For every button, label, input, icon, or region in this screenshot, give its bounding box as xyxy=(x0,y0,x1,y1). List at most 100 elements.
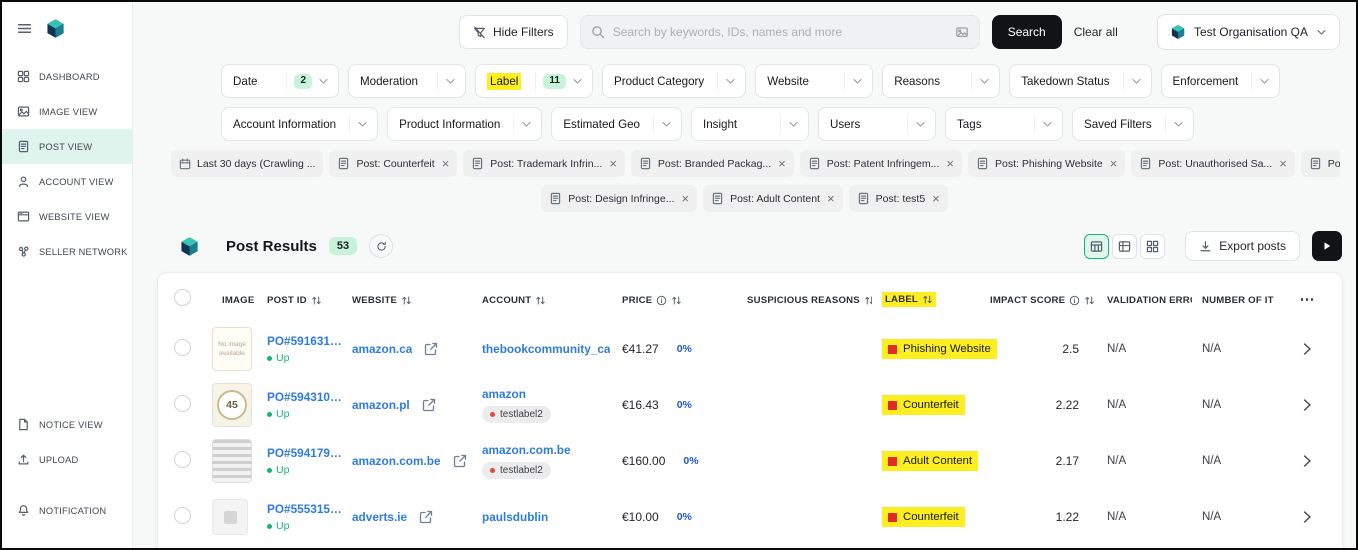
website-link[interactable]: amazon.ca xyxy=(352,342,412,356)
filter-chip[interactable]: Post: Counterfeit × xyxy=(329,150,458,177)
refresh-button[interactable] xyxy=(369,234,394,258)
post-id-link[interactable]: PO#594310413 xyxy=(267,390,342,404)
post-id-link[interactable]: PO#591631815 xyxy=(267,334,342,348)
filter-chip[interactable]: Post: Adult Content × xyxy=(703,185,843,212)
sidebar-item-account-view[interactable]: ACCOUNT VIEW xyxy=(2,164,132,199)
filter-dropdown-estimated-geo[interactable]: Estimated Geo xyxy=(551,107,682,141)
sort-icon[interactable] xyxy=(535,295,546,306)
table-row[interactable]: 45 PO#594310413 Up amazon.pl amazon testlabel… xyxy=(172,377,1328,433)
column-post-id[interactable]: POST ID xyxy=(257,292,342,306)
filter-chip[interactable]: Post: Trademark Infrin... × xyxy=(463,150,625,177)
filter-chip[interactable]: Post: test5 × xyxy=(848,185,948,212)
filter-dropdown-product-information[interactable]: Product Information xyxy=(387,107,543,141)
filter-chip[interactable]: Post: Phishing Website × xyxy=(967,150,1126,177)
row-checkbox[interactable] xyxy=(174,339,191,356)
sidebar-item-notice-view[interactable]: NOTICE VIEW xyxy=(2,407,132,442)
website-link[interactable]: amazon.pl xyxy=(352,398,410,412)
expand-button[interactable] xyxy=(1312,231,1342,261)
sidebar-item-upload[interactable]: UPLOAD xyxy=(2,442,132,477)
chip-close-icon[interactable]: × xyxy=(946,157,954,170)
row-checkbox[interactable] xyxy=(174,507,191,524)
sidebar-item-image-view[interactable]: IMAGE VIEW xyxy=(2,94,132,129)
filter-chip[interactable]: Last 30 days (Crawling ... xyxy=(171,150,324,177)
sidebar-item-post-view[interactable]: POST VIEW xyxy=(2,129,132,164)
sort-icon[interactable] xyxy=(864,295,872,306)
table-row[interactable]: PO#583855744Upamazon.co.ukdarie store€46… xyxy=(172,545,1328,548)
filter-dropdown-enforcement[interactable]: Enforcement xyxy=(1160,64,1281,98)
more-options-button[interactable]: ⋯ xyxy=(1300,290,1315,308)
chevron-right-icon[interactable] xyxy=(1300,510,1314,524)
table-row[interactable]: PO#555315267 Up adverts.ie paulsdublin €10.0… xyxy=(172,489,1328,545)
sidebar-item-website-view[interactable]: WEBSITE VIEW xyxy=(2,199,132,234)
cells-view-button[interactable] xyxy=(1140,233,1166,259)
filter-dropdown-saved-filters[interactable]: Saved Filters xyxy=(1072,107,1194,141)
row-checkbox[interactable] xyxy=(174,451,191,468)
filter-dropdown-users[interactable]: Users xyxy=(818,107,936,141)
external-link-icon[interactable] xyxy=(424,342,438,356)
chip-close-icon[interactable]: × xyxy=(778,157,786,170)
chip-close-icon[interactable]: × xyxy=(1110,157,1118,170)
post-id-link[interactable]: PO#594179170 xyxy=(267,446,342,460)
website-link[interactable]: adverts.ie xyxy=(352,510,407,524)
chevron-right-icon[interactable] xyxy=(1300,398,1314,412)
search-input[interactable] xyxy=(612,25,947,39)
post-thumbnail[interactable] xyxy=(212,499,248,535)
chip-close-icon[interactable]: × xyxy=(1279,157,1287,170)
sort-icon[interactable] xyxy=(401,295,412,306)
row-checkbox[interactable] xyxy=(174,395,191,412)
column-suspicious-reasons[interactable]: SUSPICIOUS REASONS xyxy=(737,292,872,306)
filter-dropdown-product-category[interactable]: Product Category xyxy=(602,64,747,98)
filter-dropdown-tags[interactable]: Tags xyxy=(945,107,1063,141)
filter-dropdown-account-information[interactable]: Account Information xyxy=(221,107,379,141)
filter-dropdown-website[interactable]: Website xyxy=(755,64,874,98)
filter-chip[interactable]: Post: Branded Packag... × xyxy=(630,150,794,177)
filter-dropdown-label[interactable]: Label 11 xyxy=(475,64,593,98)
sort-icon[interactable] xyxy=(311,295,322,306)
menu-icon[interactable] xyxy=(17,21,32,36)
table-row[interactable]: No image available PO#591631815 Up amazon.c… xyxy=(172,321,1328,377)
export-posts-button[interactable]: Export posts xyxy=(1185,231,1300,261)
external-link-icon[interactable] xyxy=(419,510,433,524)
chevron-right-icon[interactable] xyxy=(1300,342,1314,356)
filter-dropdown-reasons[interactable]: Reasons xyxy=(882,64,1001,98)
external-link-icon[interactable] xyxy=(453,454,467,468)
filter-chip[interactable]: Post: Unauthorised Sa... × xyxy=(1131,150,1295,177)
filter-dropdown-takedown-status[interactable]: Takedown Status xyxy=(1009,64,1152,98)
filter-dropdown-date[interactable]: Date 2 xyxy=(221,64,339,98)
chevron-right-icon[interactable] xyxy=(1300,454,1314,468)
sort-icon[interactable] xyxy=(1084,295,1095,306)
grid-view-button[interactable] xyxy=(1084,233,1110,259)
search-button[interactable]: Search xyxy=(991,15,1062,49)
filter-dropdown-moderation[interactable]: Moderation xyxy=(348,64,466,98)
column-account[interactable]: ACCOUNT xyxy=(472,292,612,306)
account-link[interactable]: amazon xyxy=(482,387,526,401)
account-link[interactable]: thebookcommunity_ca xyxy=(482,342,610,356)
account-link[interactable]: amazon.com.be xyxy=(482,443,571,457)
hide-filters-button[interactable]: Hide Filters xyxy=(459,15,568,49)
chip-close-icon[interactable]: × xyxy=(681,192,689,205)
column-label[interactable]: LABEL xyxy=(872,291,980,307)
post-thumbnail[interactable] xyxy=(212,439,252,483)
post-thumbnail[interactable]: No image available xyxy=(212,327,252,371)
org-selector[interactable]: Test Organisation QA xyxy=(1156,14,1340,50)
account-link[interactable]: paulsdublin xyxy=(482,510,548,524)
filter-dropdown-insight[interactable]: Insight xyxy=(691,107,809,141)
sort-icon[interactable] xyxy=(671,295,682,306)
sidebar-item-dashboard[interactable]: DASHBOARD xyxy=(2,59,132,94)
chip-close-icon[interactable]: × xyxy=(932,192,940,205)
sidebar-item-notification[interactable]: NOTIFICATION xyxy=(2,493,132,528)
image-search-icon[interactable] xyxy=(955,25,969,39)
sidebar-item-seller-network[interactable]: SELLER NETWORK xyxy=(2,234,132,269)
external-link-icon[interactable] xyxy=(422,398,436,412)
column-impact-score[interactable]: IMPACT SCORE xyxy=(980,292,1097,306)
board-view-button[interactable] xyxy=(1112,233,1138,259)
clear-all-button[interactable]: Clear all xyxy=(1074,25,1118,39)
column-website[interactable]: WEBSITE xyxy=(342,292,472,306)
table-row[interactable]: PO#594179170 Up amazon.com.be amazon.com.be… xyxy=(172,433,1328,489)
post-id-link[interactable]: PO#555315267 xyxy=(267,502,342,516)
column-price[interactable]: PRICE xyxy=(612,292,737,306)
post-thumbnail[interactable]: 45 xyxy=(212,383,252,427)
select-all-checkbox[interactable] xyxy=(174,289,191,306)
filter-chip[interactable]: Post: Other× xyxy=(1300,150,1340,177)
chip-close-icon[interactable]: × xyxy=(827,192,835,205)
